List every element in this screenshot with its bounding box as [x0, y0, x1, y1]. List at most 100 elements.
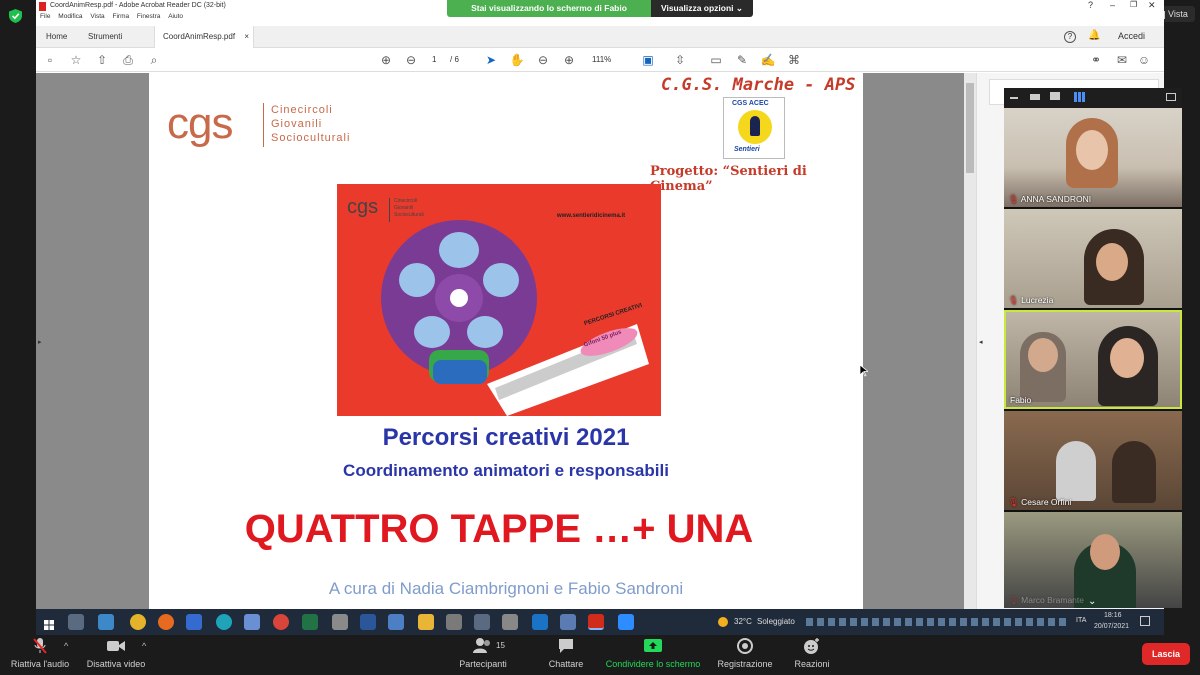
tab-close-icon[interactable]: × — [244, 26, 249, 48]
pop-out-icon[interactable] — [1166, 93, 1176, 101]
taskview-icon[interactable] — [68, 614, 84, 630]
participants-button[interactable]: 15 Partecipanti — [450, 637, 516, 669]
firefox-icon[interactable] — [158, 614, 174, 630]
print-icon[interactable]: ⎙ — [120, 52, 136, 68]
reactions-button[interactable]: Reazioni — [784, 637, 840, 669]
word-icon[interactable] — [360, 614, 376, 630]
weather-temp[interactable]: 32°C — [734, 617, 752, 626]
app-icon[interactable] — [244, 614, 260, 630]
app-icon[interactable] — [186, 614, 202, 630]
tab-document[interactable]: CoordAnimResp.pdf × — [154, 26, 254, 48]
app-icon[interactable] — [388, 614, 404, 630]
app-icon[interactable] — [446, 614, 462, 630]
share-link-icon[interactable]: ⚭ — [1088, 52, 1104, 68]
chrome-icon[interactable] — [130, 614, 146, 630]
menu-file[interactable]: File — [40, 13, 50, 20]
store-icon[interactable] — [332, 614, 348, 630]
scroll-down-chevron-icon[interactable]: ⌄ — [1088, 596, 1096, 607]
doc-headline: QUATTRO TAPPE …+ UNA — [244, 507, 754, 551]
help-circle-icon[interactable]: ? — [1064, 31, 1076, 43]
comment-icon[interactable]: ▭ — [708, 52, 724, 68]
app-icon[interactable] — [98, 614, 114, 630]
tray-icons[interactable] — [806, 618, 1068, 626]
clock-time[interactable]: 18:16 — [1104, 612, 1122, 619]
vertical-scrollbar[interactable] — [964, 73, 976, 609]
menu-aiuto[interactable]: Aiuto — [168, 13, 183, 20]
left-panel-toggle-icon[interactable]: ▸ — [38, 338, 42, 346]
view-options-button[interactable]: Visualizza opzioni ⌄ — [651, 0, 753, 17]
tab-home[interactable]: Home — [38, 26, 75, 48]
close-icon[interactable]: ✕ — [1148, 0, 1156, 11]
page-down-icon[interactable]: ⊖ — [403, 52, 419, 68]
menu-firma[interactable]: Firma — [112, 13, 129, 20]
upload-icon[interactable]: ⇧ — [94, 52, 110, 68]
pdf-app-icon — [39, 2, 46, 11]
leave-button[interactable]: Lascia — [1142, 643, 1190, 665]
notification-icon[interactable] — [1140, 616, 1150, 626]
clock-date[interactable]: 20/07/2021 — [1094, 623, 1129, 630]
mail-app-icon[interactable] — [532, 614, 548, 630]
sign-icon[interactable]: ✍ — [760, 52, 776, 68]
app-icon[interactable] — [560, 614, 576, 630]
audio-options-chevron-icon[interactable]: ^ — [64, 641, 68, 651]
security-shield-icon[interactable] — [9, 9, 22, 23]
participant-tile[interactable]: 🎙 ANNA SANDRONI — [1004, 108, 1182, 207]
signin-link[interactable]: Accedi — [1118, 31, 1145, 41]
user-add-icon[interactable]: ☺ — [1136, 52, 1152, 68]
pen-icon[interactable]: ✎ — [734, 52, 750, 68]
record-button[interactable]: Registrazione — [712, 637, 778, 669]
participant-tile-active-speaker[interactable]: Fabio — [1004, 310, 1182, 409]
zoom-out-icon[interactable]: ⊖ — [535, 52, 551, 68]
mail-icon[interactable]: ✉ — [1114, 52, 1130, 68]
fit-page-icon[interactable]: ▣ — [640, 52, 656, 68]
camera-icon[interactable] — [474, 614, 490, 630]
muted-mic-icon: 🎙 — [1008, 295, 1019, 305]
edge-icon[interactable] — [216, 614, 232, 630]
record-button-label: Registrazione — [717, 659, 773, 669]
star-icon[interactable]: ☆ — [68, 52, 84, 68]
bell-icon[interactable]: 🔔 — [1088, 30, 1100, 41]
right-panel-toggle-icon[interactable]: ◂ — [979, 338, 983, 346]
windows-start-icon[interactable] — [44, 617, 54, 630]
share-screen-button[interactable]: Condividere lo schermo — [598, 637, 708, 669]
menu-finestra[interactable]: Finestra — [137, 13, 160, 20]
strip-view-icon[interactable] — [1030, 94, 1040, 100]
scroll-mode-icon[interactable]: ⇳ — [672, 52, 688, 68]
zoom-level-select[interactable]: 111% — [592, 55, 611, 64]
video-options-chevron-icon[interactable]: ^ — [142, 641, 146, 651]
strip-view-icon[interactable] — [1050, 92, 1060, 100]
page-number-input[interactable]: 1 — [432, 55, 436, 64]
app-icon[interactable] — [502, 614, 518, 630]
cgs-logo-lines: Cinecircoli Giovanili Socioculturali — [271, 103, 350, 145]
page-up-icon[interactable]: ⊕ — [378, 52, 394, 68]
folder-icon[interactable] — [418, 614, 434, 630]
participant-tile[interactable]: 🎙 Marco Bramante ⌄ — [1004, 512, 1182, 608]
maximize-icon[interactable]: ❐ — [1130, 0, 1137, 9]
zoom-search-icon[interactable]: ⌕ — [146, 52, 162, 68]
chat-button[interactable]: Chattare — [536, 637, 596, 669]
stamp-icon[interactable]: ⌘ — [786, 52, 802, 68]
chrome-icon[interactable] — [273, 614, 289, 630]
menu-vista[interactable]: Vista — [90, 13, 104, 20]
seal-bottom-text: Sentieri — [734, 146, 760, 153]
participant-tile[interactable]: 🎙 Cesare Orfini — [1004, 411, 1182, 510]
select-cursor-icon[interactable]: ➤ — [483, 52, 499, 68]
participant-tile[interactable]: 🎙 Lucrezia — [1004, 209, 1182, 308]
zoom-taskbar-icon[interactable] — [618, 614, 634, 630]
minimize-strip-icon[interactable] — [1010, 97, 1018, 99]
minimize-icon[interactable]: – — [1110, 0, 1115, 10]
save-icon[interactable]: ▫ — [42, 52, 58, 68]
language-indicator[interactable]: ITA — [1076, 617, 1086, 624]
hand-tool-icon[interactable]: ✋ — [509, 52, 525, 68]
tab-tools[interactable]: Strumenti — [80, 26, 130, 48]
zoom-in-icon[interactable]: ⊕ — [561, 52, 577, 68]
menu-modifica[interactable]: Modifica — [58, 13, 82, 20]
excel-icon[interactable] — [302, 614, 318, 630]
gallery-view-icon[interactable] — [1074, 92, 1086, 102]
help-icon[interactable]: ? — [1088, 0, 1093, 10]
chat-button-label: Chattare — [548, 659, 584, 669]
scrollbar-thumb[interactable] — [966, 83, 974, 173]
acrobat-taskbar-icon[interactable] — [588, 614, 604, 630]
weather-text[interactable]: Soleggiato — [757, 617, 795, 626]
tab-bar: Home Strumenti CoordAnimResp.pdf × ? 🔔 Ac… — [36, 26, 1164, 48]
